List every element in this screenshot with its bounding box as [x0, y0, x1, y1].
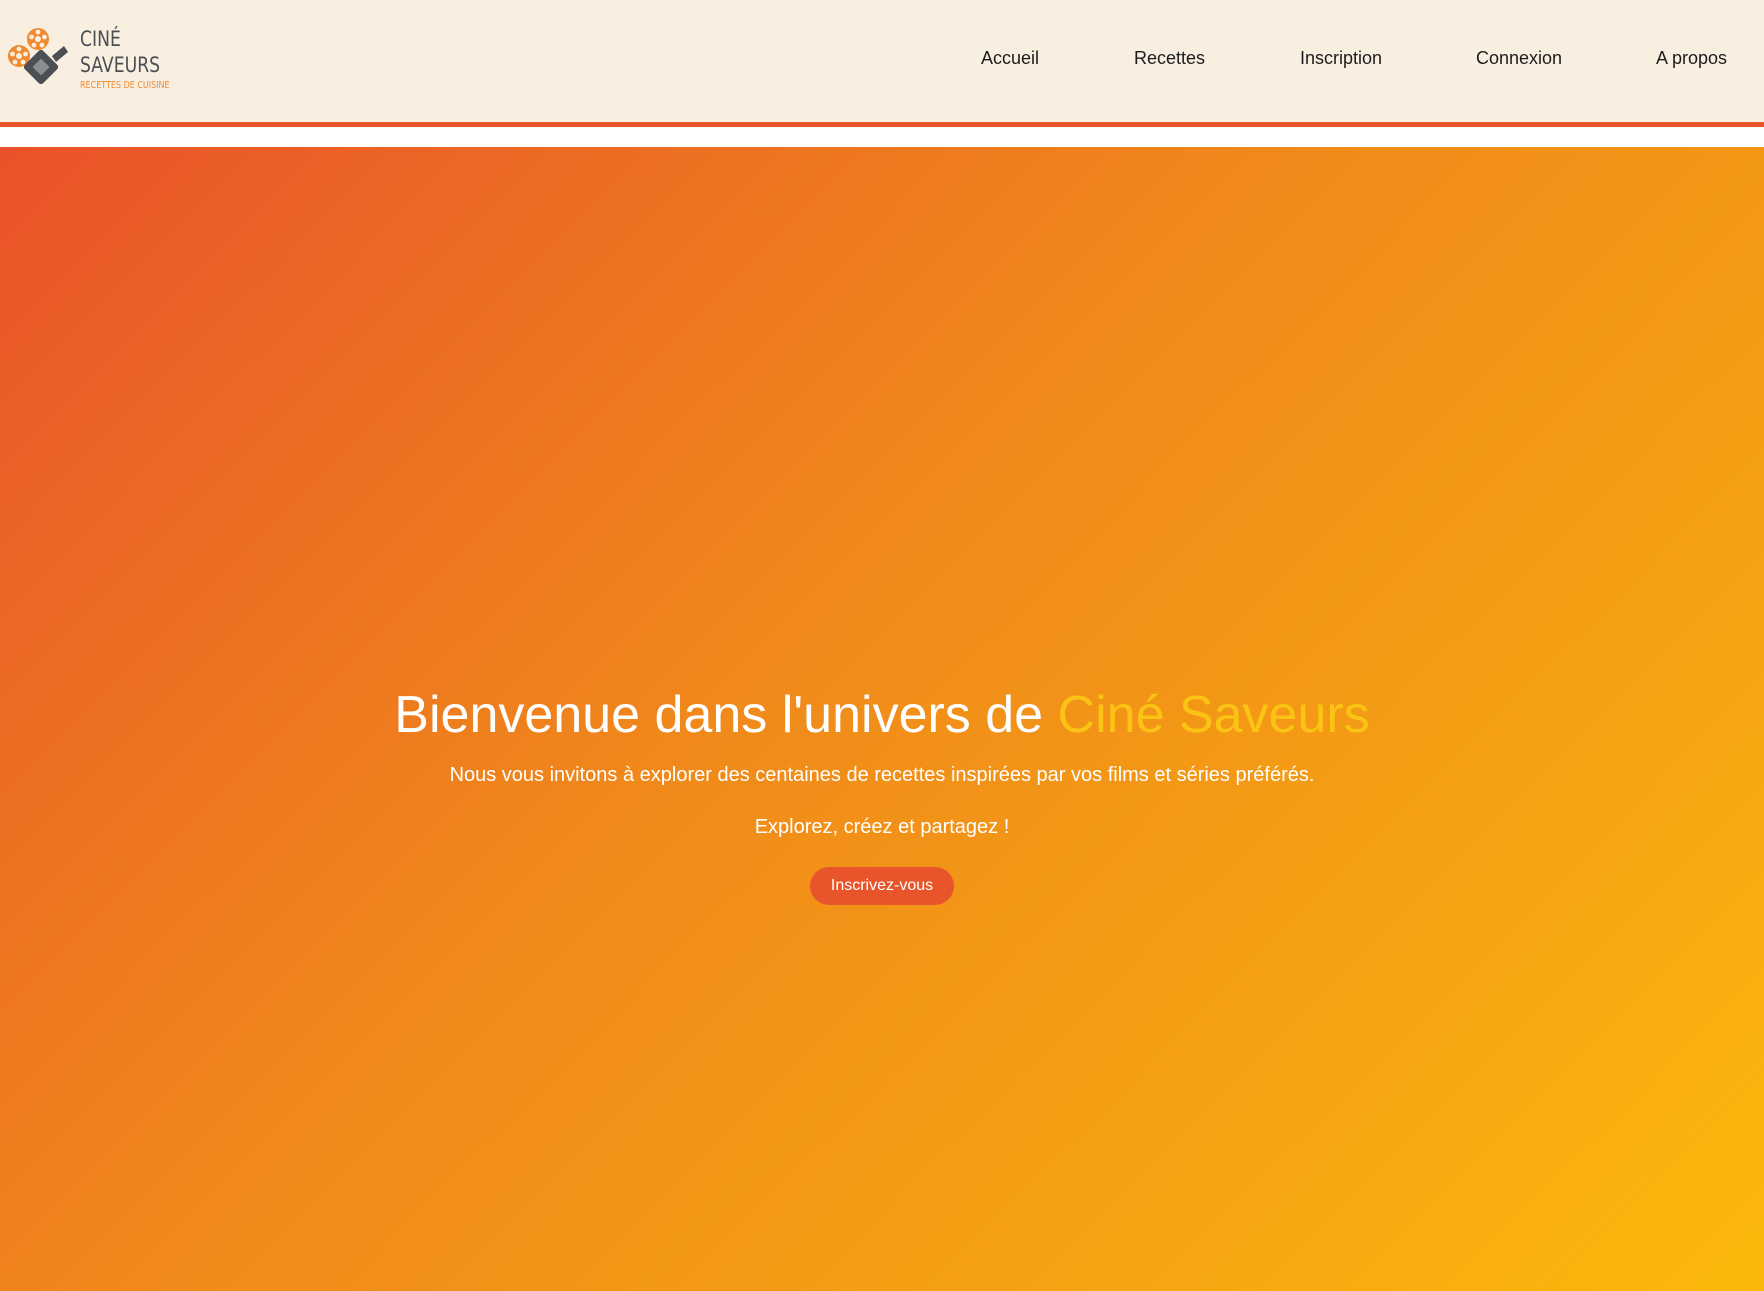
nav-item-a-propos[interactable]: A propos	[1656, 48, 1727, 69]
hero-section: Bienvenue dans l'univers de Ciné Saveurs…	[0, 147, 1764, 1291]
hero-subtitle: Nous vous invitons à explorer des centai…	[449, 764, 1315, 786]
site-header: CINÉ SAVEURS RECETTES DE CUISINE Accueil…	[0, 0, 1764, 127]
hero-tagline: Explorez, créez et partagez !	[754, 816, 1010, 838]
hero-content: Bienvenue dans l'univers de Ciné Saveurs…	[0, 685, 1764, 905]
logo-tagline: RECETTES DE CUISINE	[80, 80, 170, 91]
nav-item-connexion[interactable]: Connexion	[1476, 48, 1562, 69]
nav-item-accueil[interactable]: Accueil	[981, 48, 1039, 69]
signup-button[interactable]: Inscrivez-vous	[809, 867, 955, 905]
hero-title-accent: Ciné Saveurs	[1057, 686, 1370, 744]
header-spacer	[0, 132, 1764, 147]
nav-item-recettes[interactable]: Recettes	[1134, 48, 1205, 69]
nav-item-inscription[interactable]: Inscription	[1300, 48, 1382, 69]
main-nav: Accueil Recettes Inscription Connexion A…	[0, 48, 1764, 72]
hero-title-prefix: Bienvenue dans l'univers de	[394, 686, 1058, 744]
hero-title: Bienvenue dans l'univers de Ciné Saveurs	[0, 685, 1764, 745]
